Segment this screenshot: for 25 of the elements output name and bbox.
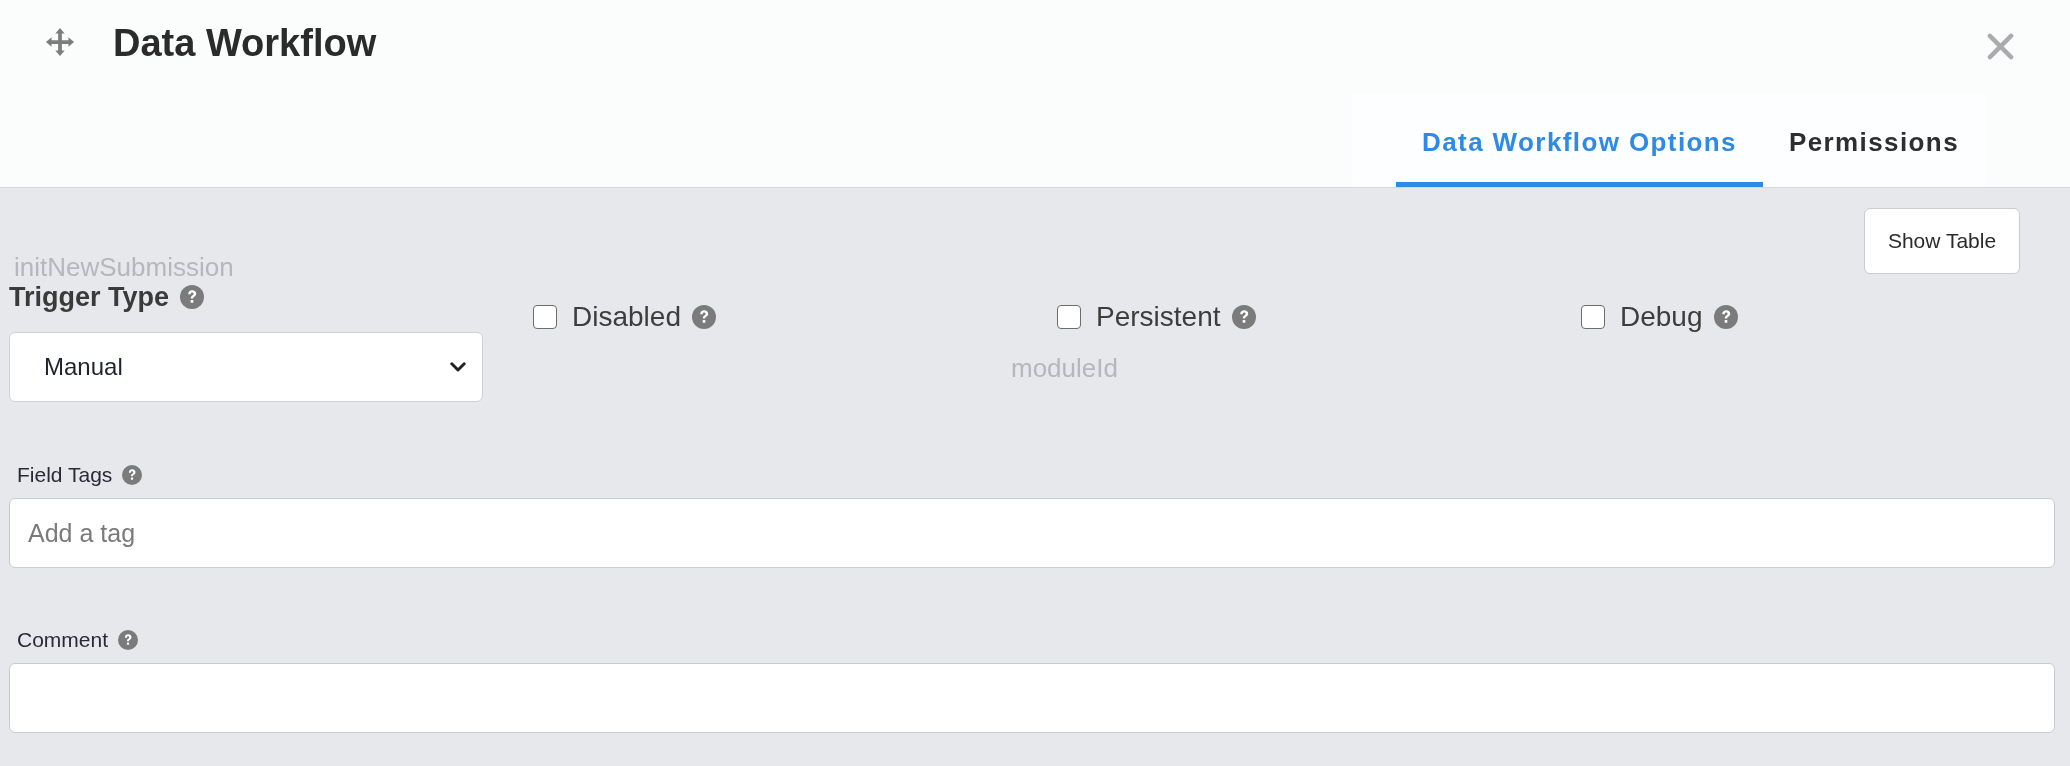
- close-icon[interactable]: [1987, 32, 2014, 60]
- help-icon[interactable]: [122, 465, 143, 485]
- dialog-title: Data Workflow: [113, 21, 377, 65]
- field-tags-label: Field Tags: [17, 463, 113, 487]
- tab[interactable]: Data Workflow Options: [1396, 94, 1763, 187]
- trigger-type-select[interactable]: Manual: [9, 332, 483, 402]
- chevron-down-icon: [450, 362, 466, 372]
- tab[interactable]: Permissions: [1762, 94, 1985, 187]
- checkbox-label: Debug: [1620, 301, 1703, 333]
- move-icon[interactable]: [45, 27, 75, 57]
- help-icon[interactable]: [691, 305, 716, 329]
- comment-input[interactable]: [9, 663, 2055, 733]
- help-icon[interactable]: [180, 285, 205, 309]
- help-icon[interactable]: [1713, 305, 1738, 329]
- checkbox-label: Disabled: [572, 301, 681, 333]
- comment-label: Comment: [17, 628, 109, 652]
- help-icon[interactable]: [118, 630, 139, 650]
- checkbox[interactable]: [1057, 305, 1081, 329]
- trigger-type-label: Trigger Type: [9, 281, 170, 313]
- show-table-button[interactable]: Show Table: [1864, 208, 2020, 274]
- checkbox[interactable]: [533, 305, 557, 329]
- checkbox[interactable]: [1581, 305, 1605, 329]
- field-tags-input[interactable]: Add a tag: [9, 498, 2055, 568]
- help-icon[interactable]: [1231, 305, 1256, 329]
- checkbox-label: Persistent: [1096, 301, 1221, 333]
